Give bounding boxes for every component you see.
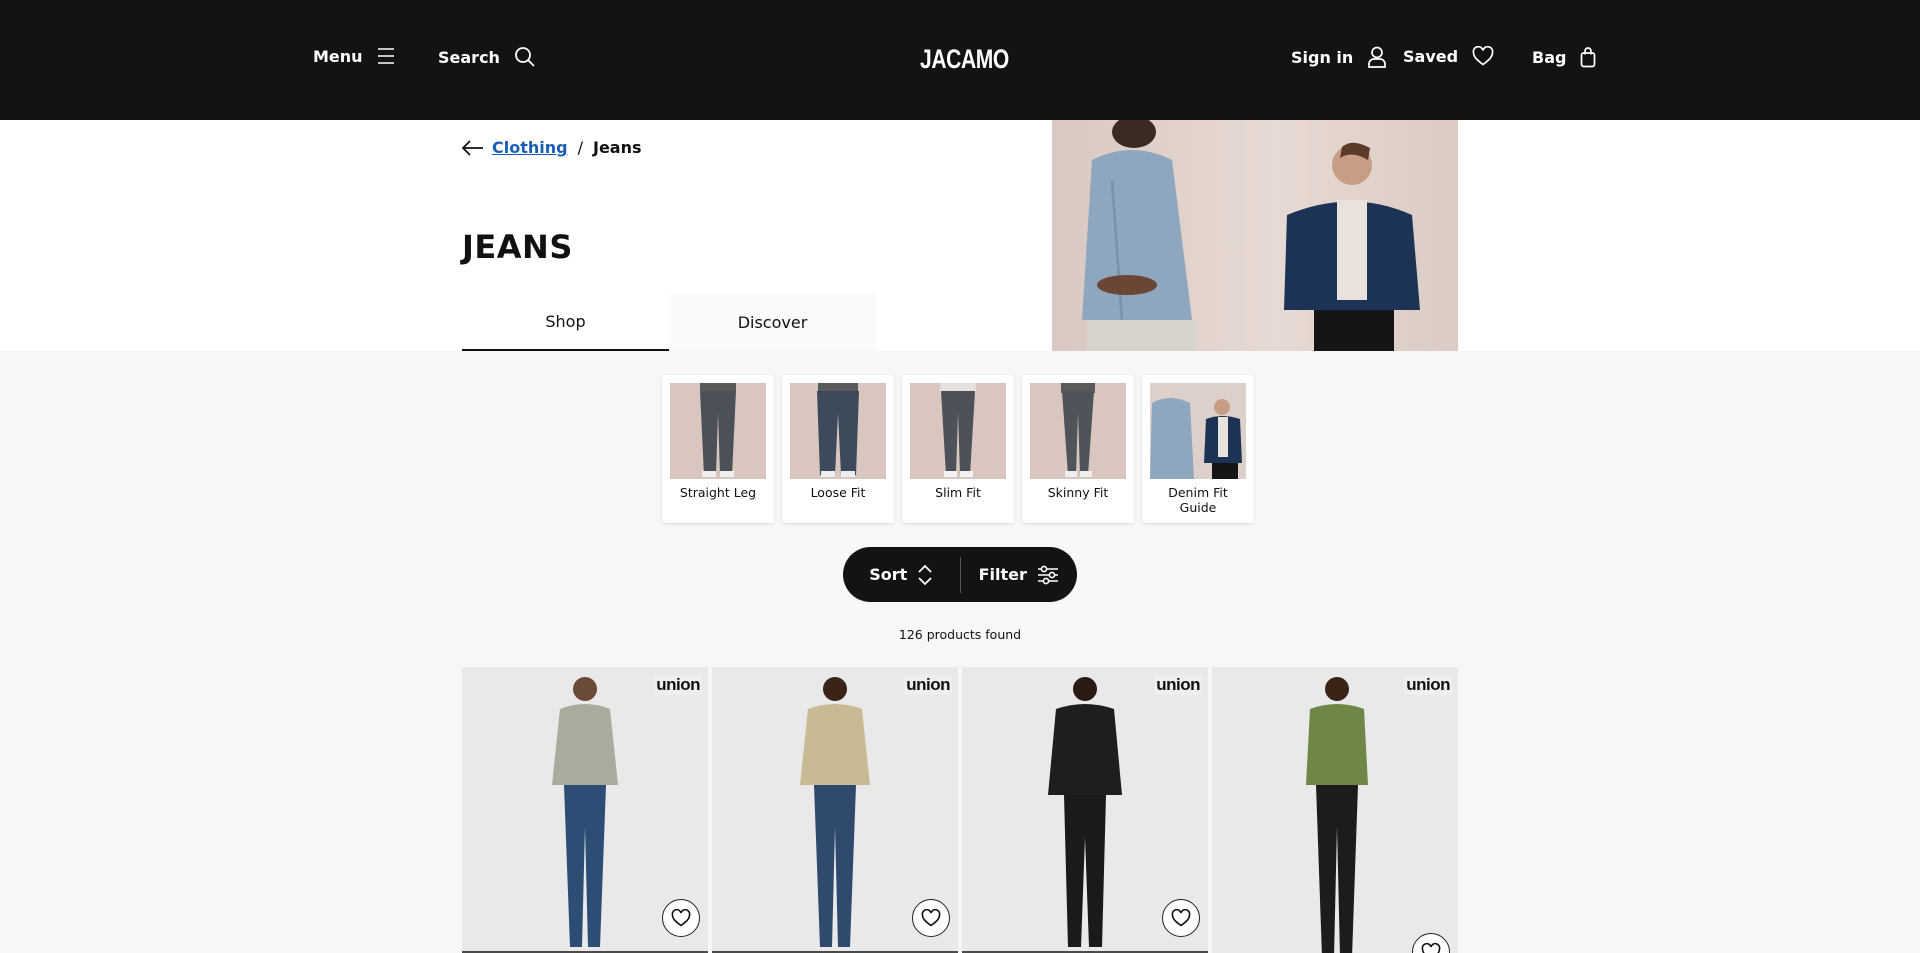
breadcrumb-link-clothing[interactable]: Clothing bbox=[492, 138, 568, 157]
heart-plus-icon bbox=[921, 909, 941, 927]
category-thumbnail bbox=[910, 383, 1006, 479]
brand-badge: union bbox=[654, 675, 702, 695]
back-arrow-icon[interactable] bbox=[462, 139, 484, 156]
category-label: Skinny Fit bbox=[1047, 485, 1109, 500]
brand-badge: union bbox=[1404, 675, 1452, 695]
save-product-button[interactable] bbox=[1162, 899, 1200, 937]
category-straight-leg[interactable]: Straight Leg bbox=[662, 375, 774, 523]
category-skinny-fit[interactable]: Skinny Fit bbox=[1022, 375, 1134, 523]
category-thumbnail bbox=[670, 383, 766, 479]
sort-filter-bar: Sort Filter bbox=[843, 547, 1077, 602]
hero-section bbox=[0, 120, 1920, 351]
save-product-button[interactable] bbox=[912, 899, 950, 937]
sign-in-button[interactable]: Sign in bbox=[1291, 46, 1387, 68]
category-thumbnail bbox=[1030, 383, 1126, 479]
menu-label: Menu bbox=[313, 46, 363, 66]
user-icon bbox=[1368, 46, 1387, 68]
menu-button[interactable]: Menu bbox=[313, 46, 395, 66]
hamburger-icon bbox=[377, 48, 394, 64]
heart-plus-icon bbox=[1171, 909, 1191, 927]
saved-label: Saved bbox=[1403, 46, 1459, 66]
product-count: 126 products found bbox=[898, 627, 1022, 642]
sort-button[interactable]: Sort bbox=[843, 547, 960, 602]
bag-button[interactable]: Bag bbox=[1532, 46, 1596, 68]
heart-icon bbox=[1472, 46, 1494, 66]
save-product-button[interactable] bbox=[662, 899, 700, 937]
product-grid: union union union union bbox=[462, 667, 1458, 953]
jacamo-logo[interactable]: JACAMO bbox=[920, 44, 1009, 75]
saved-button[interactable]: Saved bbox=[1403, 46, 1494, 66]
breadcrumb-separator: / bbox=[577, 138, 583, 157]
breadcrumb-current: Jeans bbox=[592, 138, 642, 157]
filter-sliders-icon bbox=[1037, 565, 1058, 584]
hero-models-illustration bbox=[1082, 120, 1420, 351]
sign-in-label: Sign in bbox=[1291, 47, 1354, 67]
tab-discover[interactable]: Discover bbox=[669, 294, 876, 351]
sort-label: Sort bbox=[869, 565, 908, 584]
category-loose-fit[interactable]: Loose Fit bbox=[782, 375, 894, 523]
page-title: JEANS bbox=[462, 228, 573, 266]
brand-badge: union bbox=[1154, 675, 1202, 695]
filter-button[interactable]: Filter bbox=[961, 547, 1078, 602]
heart-plus-icon bbox=[671, 909, 691, 927]
filter-label: Filter bbox=[978, 565, 1027, 584]
category-thumbnail bbox=[790, 383, 886, 479]
product-card[interactable]: union bbox=[1212, 667, 1458, 953]
search-button[interactable]: Search bbox=[438, 46, 536, 68]
bag-label: Bag bbox=[1532, 47, 1567, 67]
bag-icon bbox=[1581, 47, 1596, 68]
product-card[interactable]: union bbox=[962, 667, 1208, 953]
product-image bbox=[1212, 667, 1458, 953]
category-tiles: Straight Leg Loose Fit Slim Fit Skinny F… bbox=[662, 375, 1254, 523]
site-header: Menu Search JACAMO Sign in Saved Bag bbox=[0, 0, 1920, 120]
product-card[interactable]: union bbox=[462, 667, 708, 953]
tab-shop[interactable]: Shop bbox=[462, 294, 669, 351]
page-tabs: Shop Discover bbox=[462, 294, 876, 351]
category-label: Loose Fit bbox=[810, 485, 866, 500]
category-slim-fit[interactable]: Slim Fit bbox=[902, 375, 1014, 523]
breadcrumb: Clothing / Jeans bbox=[462, 138, 642, 157]
category-thumbnail bbox=[1150, 383, 1246, 479]
hero-image bbox=[1052, 120, 1458, 351]
heart-plus-icon bbox=[1421, 943, 1441, 953]
category-label: Slim Fit bbox=[935, 485, 981, 500]
category-label: Straight Leg bbox=[679, 485, 757, 500]
category-denim-fit-guide[interactable]: Denim Fit Guide bbox=[1142, 375, 1254, 523]
sort-chevrons-icon bbox=[918, 564, 932, 585]
search-icon bbox=[515, 47, 535, 67]
search-label: Search bbox=[438, 47, 500, 67]
brand-badge: union bbox=[904, 675, 952, 695]
product-card[interactable]: union bbox=[712, 667, 958, 953]
category-label: Denim Fit Guide bbox=[1168, 485, 1228, 515]
